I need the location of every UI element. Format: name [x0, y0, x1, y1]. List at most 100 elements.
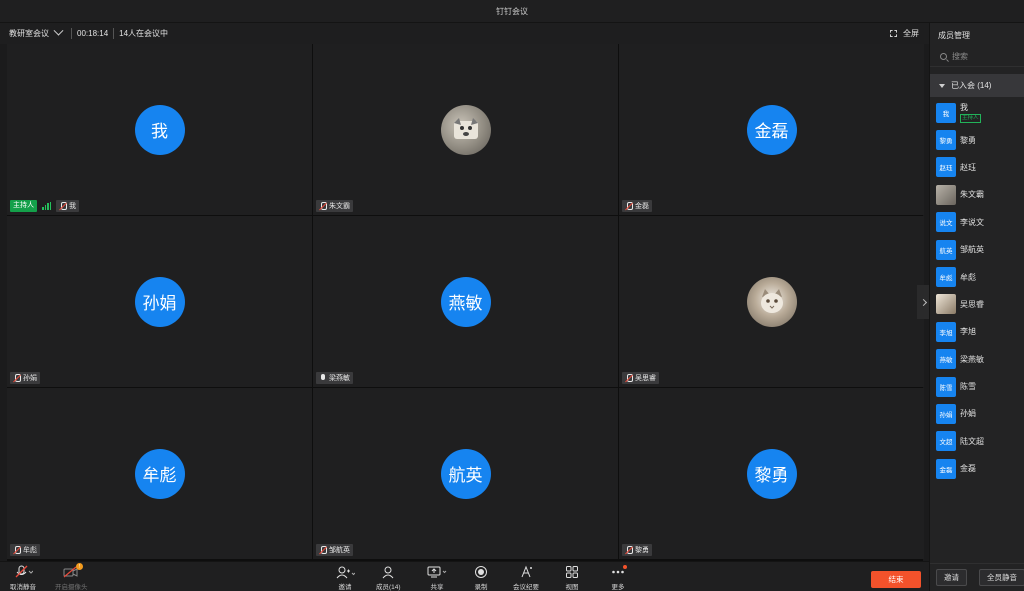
video-tile[interactable]: 航英 邹航英 — [313, 388, 618, 559]
member-name: 邹航英 — [960, 245, 984, 255]
chevron-down-icon[interactable] — [53, 25, 64, 36]
members-label: 成员(14) — [376, 584, 401, 591]
panel-title: 成员管理 — [938, 30, 970, 40]
member-search[interactable] — [930, 47, 1024, 67]
list-item[interactable]: 燕敏 梁燕敏 — [936, 346, 1024, 373]
member-avatar: 李旭 — [936, 321, 956, 342]
tile-nameplate: 黎勇 — [622, 543, 652, 556]
minutes-label: 会议纪要 — [513, 584, 539, 591]
mic-off-icon — [625, 373, 633, 382]
member-name: 朱文霸 — [960, 190, 984, 200]
member-avatar: 燕敏 — [936, 349, 956, 370]
member-name: 陆文超 — [960, 436, 984, 446]
user-icon — [381, 565, 395, 579]
participant-avatar: 燕敏 — [440, 276, 491, 327]
list-item[interactable]: 说文 李说文 — [936, 209, 1024, 236]
list-item[interactable]: 航英 邹航英 — [936, 236, 1024, 263]
member-list: 我 我 主持人 黎勇 黎勇 赵珏 赵珏 朱文霸 说文 李说文 航英 邹航英 牟彪 — [930, 99, 1024, 482]
fullscreen-icon — [890, 30, 897, 37]
expand-panel-button[interactable] — [917, 285, 929, 319]
member-avatar: 孙娟 — [936, 403, 956, 424]
member-name: 赵珏 — [960, 162, 976, 172]
member-panel: 成员管理 已入会 (14) 我 我 主持人 黎勇 黎勇 赵珏 赵珏 朱文霸 说文 — [929, 23, 1024, 591]
share-label: 共享 — [430, 584, 444, 591]
share-button[interactable]: 共享 — [427, 565, 447, 591]
video-tile[interactable]: 吴思睿 — [619, 216, 924, 387]
name-chip: 孙娟 — [10, 371, 40, 384]
video-tile[interactable]: 牟彪 牟彪 — [7, 388, 312, 559]
participant-name: 我 — [69, 202, 76, 210]
invite-toolbar-button[interactable]: 邀请 — [335, 565, 355, 591]
member-name: 梁燕敏 — [960, 354, 984, 364]
record-button[interactable]: 录制 — [474, 565, 488, 591]
mic-off-icon — [13, 545, 21, 554]
unmute-button[interactable]: 取消静音 — [10, 565, 36, 591]
member-avatar: 牟彪 — [936, 267, 956, 288]
member-name: 黎勇 — [960, 135, 976, 145]
member-name: 李旭 — [960, 327, 976, 337]
title-bar: 钉钉会议 — [0, 0, 1024, 23]
camera-button[interactable]: ! 开启摄像头 — [55, 563, 88, 591]
mic-off-icon — [625, 201, 633, 210]
meeting-info-bar: 教研室会议 00:18:14 14人在会议中 全屏 — [0, 23, 929, 44]
participant-avatar: 牟彪 — [134, 448, 185, 499]
notification-dot-icon — [623, 565, 627, 569]
video-tile[interactable]: 黎勇 黎勇 — [619, 388, 924, 559]
list-item[interactable]: 牟彪 牟彪 — [936, 263, 1024, 290]
video-tile[interactable]: 朱文霸 — [313, 44, 618, 215]
list-item[interactable]: 陈雪 陈雪 — [936, 373, 1024, 400]
participant-name: 邹航英 — [329, 546, 350, 554]
search-icon — [940, 53, 947, 60]
list-item[interactable]: 文超 陆文超 — [936, 428, 1024, 455]
invite-label: 邀请 — [338, 584, 352, 591]
more-button[interactable]: 更多 — [611, 565, 627, 591]
notification-badge-icon: ! — [76, 563, 84, 570]
dog-photo-icon — [453, 117, 478, 139]
participant-photo — [440, 104, 491, 155]
video-tile[interactable]: 孙娟 孙娟 — [7, 216, 312, 387]
participant-name: 梁燕敏 — [329, 374, 350, 382]
member-avatar: 航英 — [936, 239, 956, 260]
view-button[interactable]: 视图 — [565, 565, 579, 591]
video-grid: 我 主持人 我 朱文霸 金磊 金磊 孙娟 孙娟 燕敏 梁燕敏 吴思睿 牟彪 牟彪… — [7, 44, 924, 561]
more-icon — [611, 565, 627, 579]
list-item[interactable]: 孙娟 孙娟 — [936, 400, 1024, 427]
grid-view-icon — [565, 565, 579, 579]
participant-count: 14人在会议中 — [119, 29, 169, 38]
name-chip: 我 — [56, 199, 79, 212]
list-item[interactable]: 金磊 金磊 — [936, 455, 1024, 482]
screen-share-icon — [427, 565, 447, 579]
video-tile[interactable]: 燕敏 梁燕敏 — [313, 216, 618, 387]
caret-down-icon — [939, 83, 945, 88]
member-avatar: 我 — [936, 102, 956, 123]
member-avatar: 金磊 — [936, 458, 956, 479]
list-item[interactable]: 朱文霸 — [936, 181, 1024, 208]
end-meeting-button[interactable]: 结束 — [871, 571, 921, 588]
participant-name: 黎勇 — [635, 546, 649, 554]
chevron-right-icon — [919, 298, 927, 306]
window-title: 钉钉会议 — [496, 6, 528, 16]
name-chip: 金磊 — [622, 199, 652, 212]
fullscreen-button[interactable]: 全屏 — [890, 23, 919, 44]
minutes-button[interactable]: 会议纪要 — [513, 565, 539, 591]
list-item[interactable]: 吴思睿 — [936, 291, 1024, 318]
meeting-name[interactable]: 教研室会议 — [9, 28, 49, 39]
joined-group-header[interactable]: 已入会 (14) — [930, 74, 1024, 97]
list-item[interactable]: 黎勇 黎勇 — [936, 126, 1024, 153]
participant-avatar: 金磊 — [746, 104, 797, 155]
group-label: 已入会 (14) — [951, 81, 992, 90]
video-tile[interactable]: 金磊 金磊 — [619, 44, 924, 215]
mute-all-button[interactable]: 全员静音 — [979, 569, 1024, 586]
video-tile[interactable]: 我 主持人 我 — [7, 44, 312, 215]
list-item[interactable]: 赵珏 赵珏 — [936, 154, 1024, 181]
list-item[interactable]: 李旭 李旭 — [936, 318, 1024, 345]
tile-nameplate: 金磊 — [622, 199, 652, 212]
unmute-label: 取消静音 — [10, 584, 36, 591]
host-tag: 主持人 — [960, 114, 981, 124]
invite-button[interactable]: 邀请 — [936, 569, 967, 586]
participant-avatar: 孙娟 — [134, 276, 185, 327]
members-button[interactable]: 成员(14) — [376, 565, 401, 591]
member-avatar: 文超 — [936, 431, 956, 452]
search-input[interactable] — [952, 52, 1022, 61]
list-item[interactable]: 我 我 主持人 — [936, 99, 1024, 126]
